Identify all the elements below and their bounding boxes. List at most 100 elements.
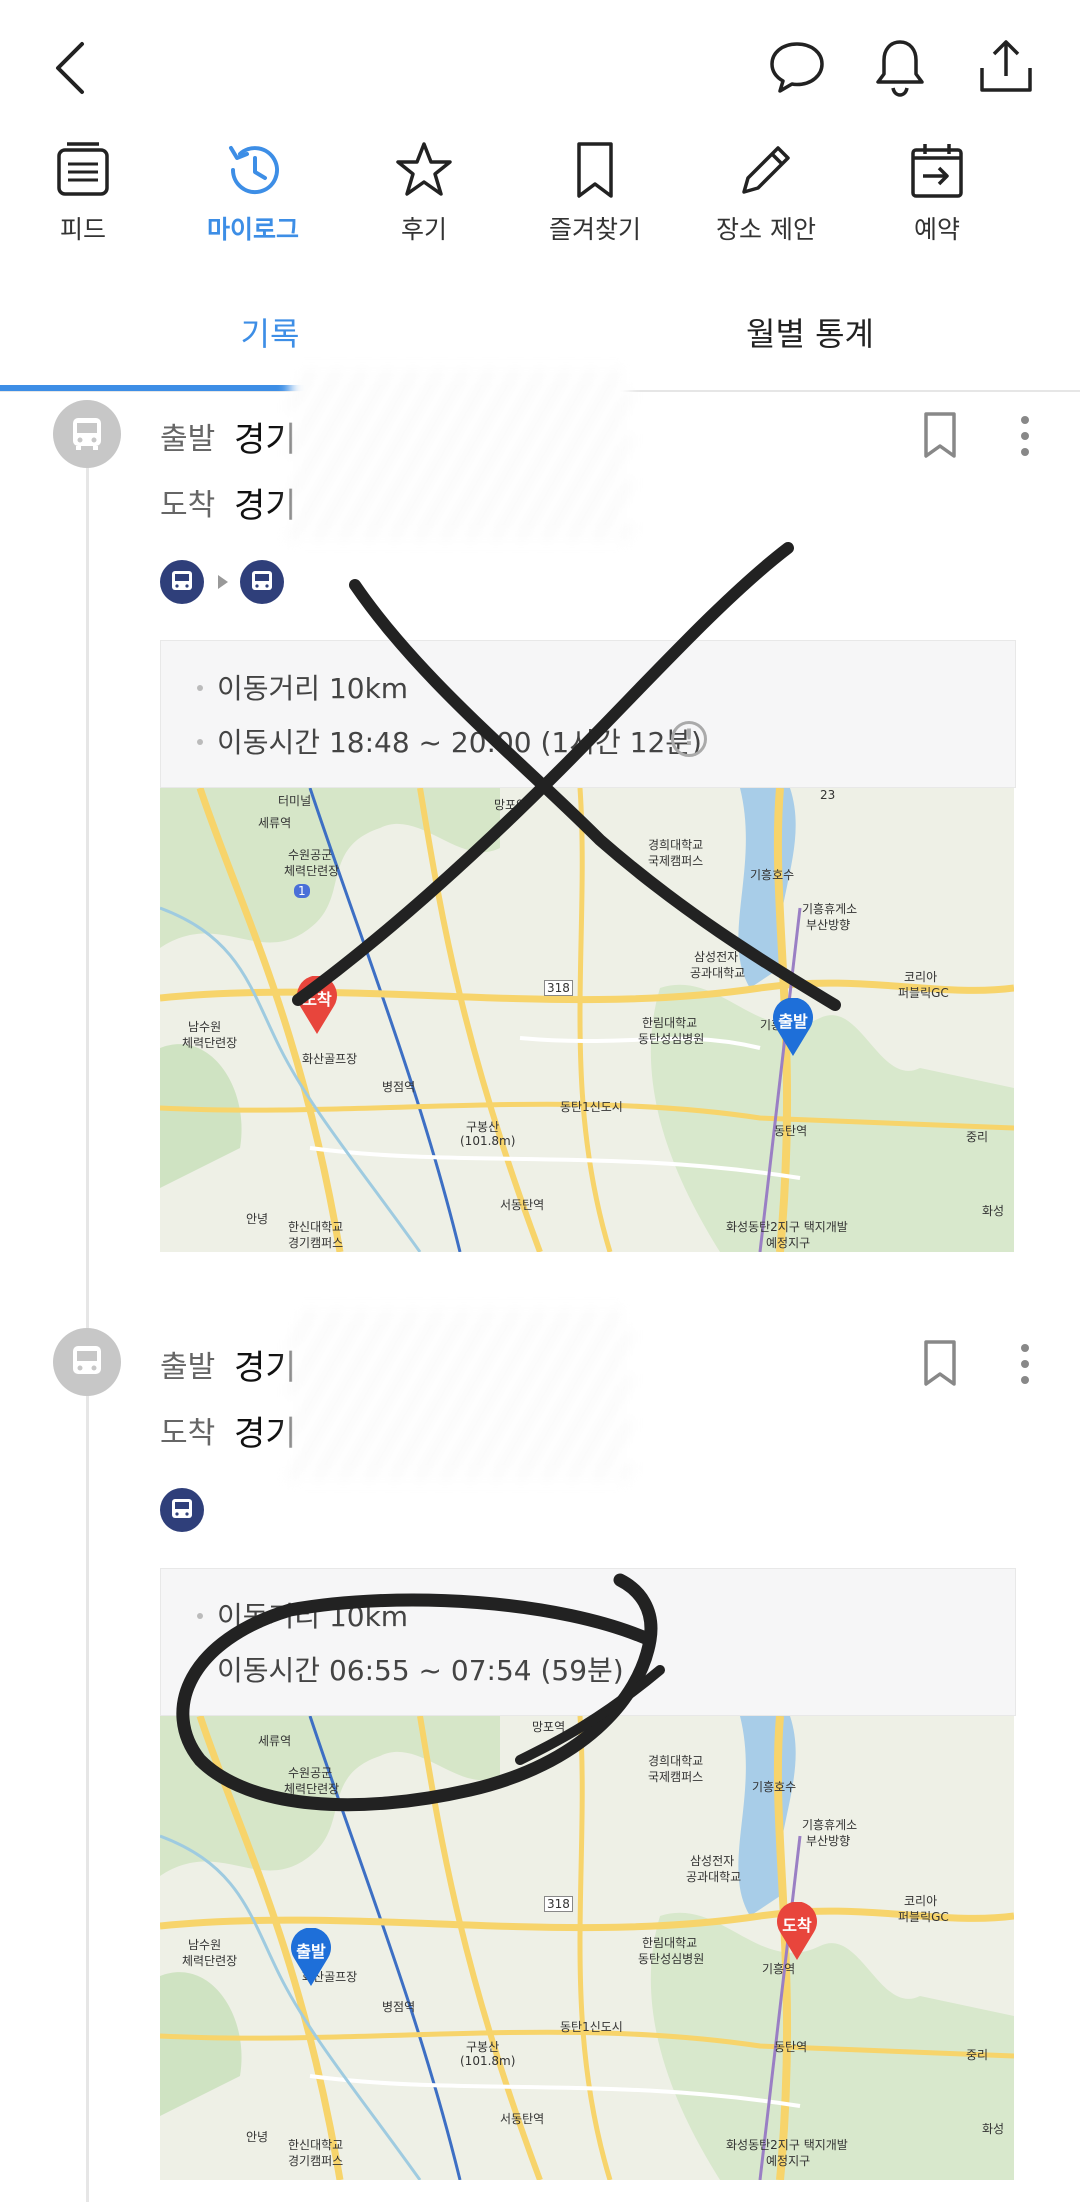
redacted-area bbox=[290, 1310, 630, 1480]
map-label: 경희대학교 bbox=[648, 838, 704, 852]
bus-icon bbox=[172, 1499, 192, 1518]
duration-text: 이동시간 18:48 ~ 20:00 (1시간 12분) bbox=[217, 726, 702, 759]
distance-text: 이동거리 10km bbox=[217, 1600, 409, 1633]
transit-bus-icon bbox=[160, 1488, 204, 1532]
departure-pin[interactable]: 출발 bbox=[288, 1928, 334, 1988]
map-label: 한신대학교 bbox=[288, 1220, 344, 1234]
map-label: 318 bbox=[544, 980, 573, 996]
map-label: 경기캠퍼스 bbox=[288, 1236, 344, 1250]
arrive-address: 경기 bbox=[234, 1414, 297, 1454]
pin-label: 출발 bbox=[778, 1012, 808, 1031]
arrive-address: 경기 bbox=[234, 486, 297, 526]
departure-pin[interactable]: 출발 bbox=[770, 998, 816, 1058]
more-options-button[interactable] bbox=[1010, 412, 1040, 462]
bus-icon bbox=[252, 571, 272, 590]
share-icon[interactable] bbox=[976, 36, 1036, 96]
bullet bbox=[197, 1613, 203, 1619]
map-label: (101.8m) bbox=[460, 1134, 516, 1148]
tab-feed-label: 피드 bbox=[59, 215, 106, 244]
map-label: 안녕 bbox=[246, 2130, 269, 2144]
map-label: 한신대학교 bbox=[288, 2138, 344, 2152]
bookmark-icon bbox=[577, 142, 613, 198]
map-label: 망포역 bbox=[532, 1720, 566, 1734]
arrival-pin[interactable]: 도착 bbox=[294, 976, 340, 1036]
bus-icon bbox=[172, 571, 192, 590]
star-icon bbox=[396, 142, 452, 196]
map-label: 코리아 bbox=[904, 1894, 938, 1908]
arrival-pin[interactable]: 도착 bbox=[774, 1902, 820, 1962]
map-label: 예정지구 bbox=[766, 1236, 811, 1250]
tab-feed[interactable]: 피드 bbox=[0, 140, 168, 270]
redacted-area bbox=[290, 370, 630, 540]
map-label: 퍼블릭GC bbox=[898, 986, 949, 1000]
distance-text: 이동거리 10km bbox=[217, 672, 409, 705]
tab-review-label: 후기 bbox=[400, 215, 447, 244]
pin-label: 도착 bbox=[782, 1916, 812, 1935]
tab-suggest-place[interactable]: 장소 제안 bbox=[681, 140, 851, 270]
map-label: 기흥휴게소 bbox=[802, 902, 858, 916]
bookmark-button[interactable] bbox=[920, 1338, 960, 1388]
warning-icon[interactable]: ! bbox=[671, 721, 707, 757]
more-vertical-icon bbox=[1021, 416, 1029, 456]
depart-label: 출발 bbox=[160, 422, 216, 457]
bell-icon[interactable] bbox=[872, 36, 928, 98]
tab-review[interactable]: 후기 bbox=[339, 140, 509, 270]
map-label: 동탄역 bbox=[774, 1124, 808, 1138]
depart-address: 경기 bbox=[234, 1348, 297, 1388]
map-label: 공과대학교 bbox=[686, 1870, 742, 1884]
map-label: 318 bbox=[544, 1896, 573, 1912]
bullet bbox=[197, 739, 203, 745]
duration-text: 이동시간 06:55 ~ 07:54 (59분) bbox=[217, 1654, 624, 1687]
tab-mylog[interactable]: 마이로그 bbox=[168, 140, 338, 270]
arrive-label: 도착 bbox=[160, 1416, 216, 1451]
more-options-button[interactable] bbox=[1010, 1340, 1040, 1390]
map-label: 국제캠퍼스 bbox=[648, 854, 704, 868]
map-label: 화성동탄2지구 택지개발 bbox=[726, 2138, 848, 2152]
map-label: 남수원 bbox=[188, 1938, 222, 1952]
map-label: 체력단련장 bbox=[284, 864, 340, 878]
route-map[interactable]: 터미널 세류역 수원공군 체력단련장 망포역 경희대학교 국제캠퍼스 기흥호수 … bbox=[160, 788, 1014, 1252]
bookmark-icon bbox=[924, 412, 956, 458]
map-label: 중리 bbox=[966, 1130, 989, 1144]
map-label: 기흥역 bbox=[762, 1962, 796, 1976]
transfer-arrow-icon bbox=[218, 575, 228, 589]
bookmark-button[interactable] bbox=[920, 410, 960, 460]
arrive-label: 도착 bbox=[160, 488, 216, 523]
map-label: 수원공군 bbox=[288, 848, 333, 862]
map-label: 국제캠퍼스 bbox=[648, 1770, 704, 1784]
tab-favorites[interactable]: 즐겨찾기 bbox=[510, 140, 680, 270]
bus-icon bbox=[73, 418, 101, 450]
history-icon bbox=[229, 146, 279, 195]
bullet bbox=[197, 685, 203, 691]
map-label: 기흥호수 bbox=[750, 868, 795, 882]
map-label: 체력단련장 bbox=[182, 1036, 238, 1050]
more-vertical-icon bbox=[1021, 1344, 1029, 1384]
back-icon[interactable] bbox=[50, 40, 90, 96]
pin-label: 출발 bbox=[296, 1942, 326, 1961]
timeline-line bbox=[86, 440, 89, 2202]
map-label: 화성 bbox=[982, 1204, 1005, 1218]
map-label: 구봉산 bbox=[466, 2040, 500, 2054]
map-label: 병점역 bbox=[382, 1080, 416, 1094]
map-label: 23 bbox=[820, 788, 836, 802]
tab-reservation[interactable]: 예약 bbox=[852, 140, 1022, 270]
bus-badge bbox=[53, 1328, 121, 1396]
tab-favorites-label: 즐겨찾기 bbox=[548, 215, 641, 244]
map-label: 서동탄역 bbox=[500, 1198, 545, 1212]
tab-reservation-label: 예약 bbox=[913, 215, 960, 244]
route-map[interactable]: 세류역 수원공군 체력단련장 망포역 경희대학교 국제캠퍼스 기흥호수 기흥휴게… bbox=[160, 1716, 1014, 2180]
pin-label: 도착 bbox=[302, 990, 332, 1009]
map-label: 경희대학교 bbox=[648, 1754, 704, 1768]
chat-icon[interactable] bbox=[768, 38, 826, 96]
calendar-icon bbox=[911, 144, 963, 198]
map-label: 공과대학교 bbox=[690, 966, 746, 980]
map-label: 동탄1신도시 bbox=[560, 2020, 623, 2034]
map-label: 부산방향 bbox=[806, 1834, 851, 1848]
map-label: 1 bbox=[294, 884, 310, 898]
depart-address: 경기 bbox=[234, 420, 297, 460]
bus-badge bbox=[53, 400, 121, 468]
map-label: 기흥호수 bbox=[752, 1780, 797, 1794]
map-label: 서동탄역 bbox=[500, 2112, 545, 2126]
icon-tab-row: 피드 마이로그 후기 즐겨찾기 장소 제안 예약 bbox=[0, 140, 1080, 270]
map-label: 세류역 bbox=[258, 1734, 292, 1748]
